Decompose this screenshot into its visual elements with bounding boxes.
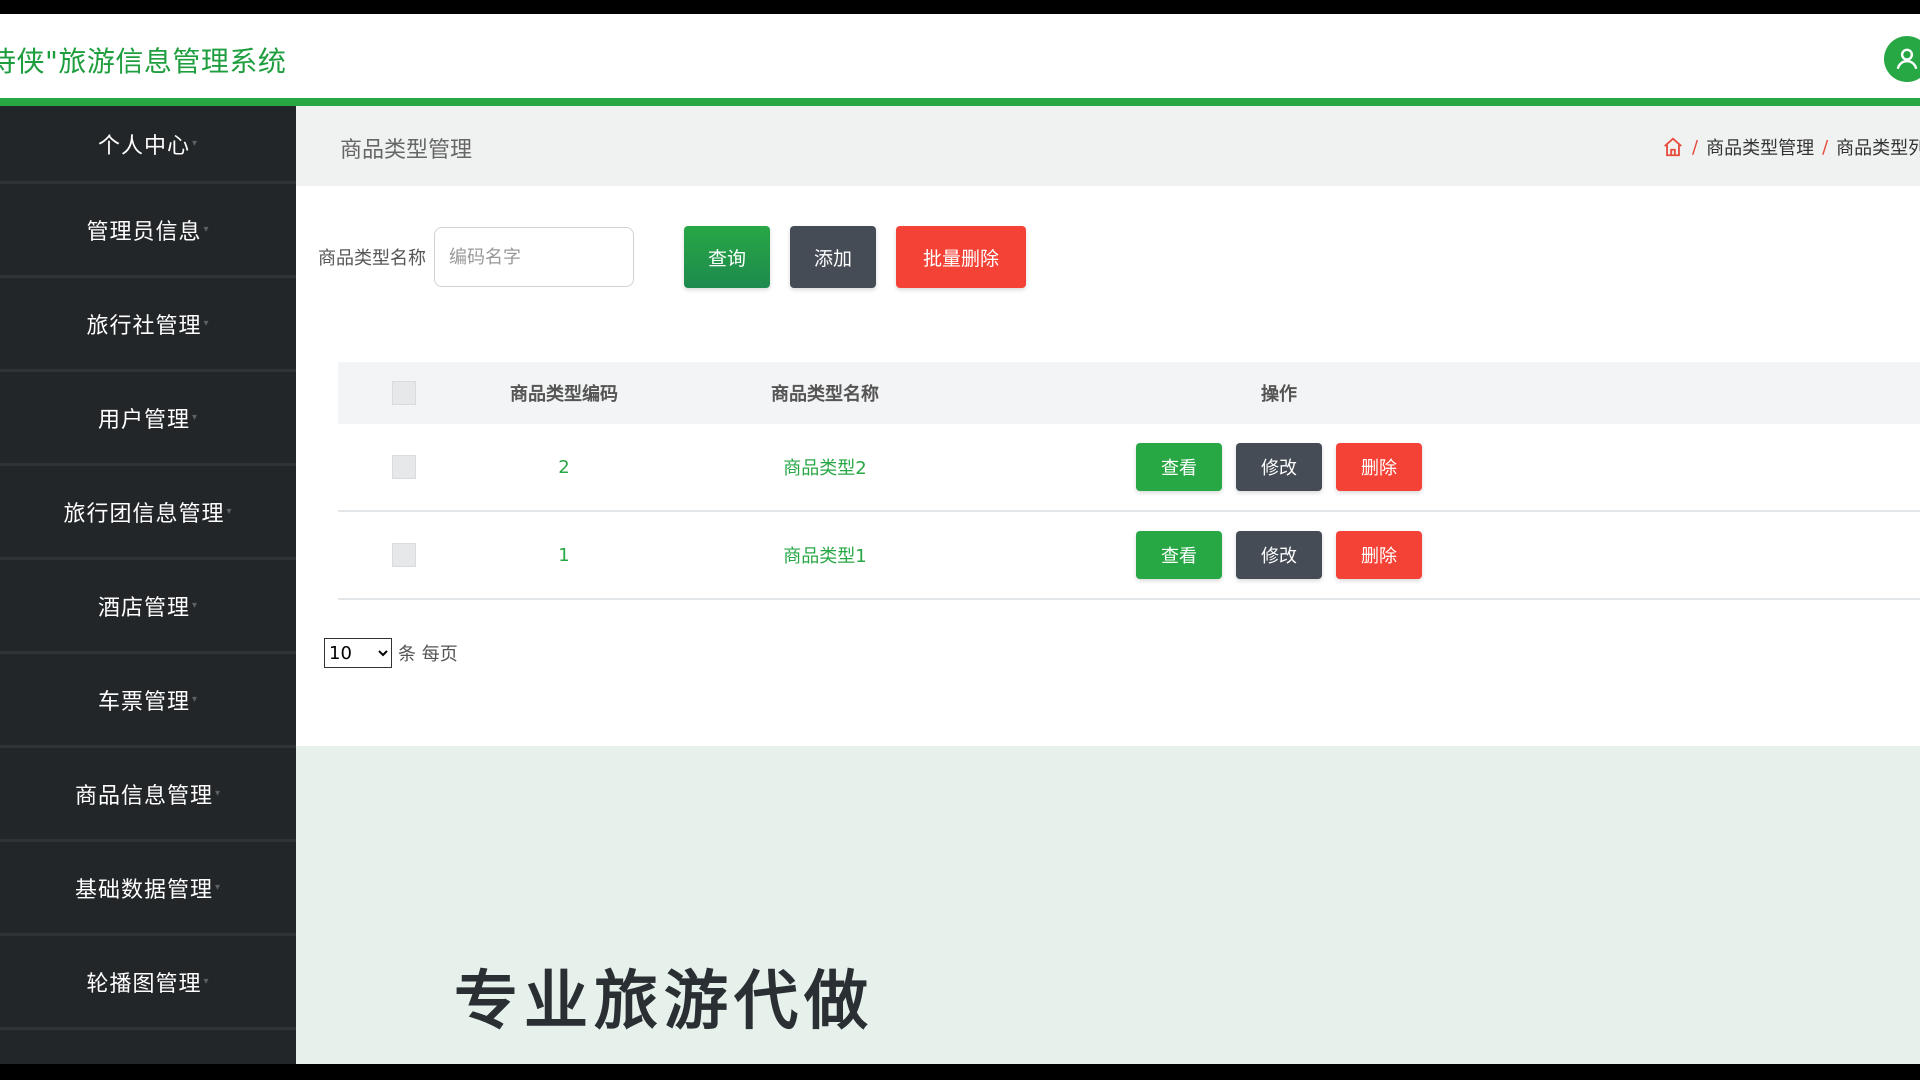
home-icon[interactable] <box>1662 136 1684 158</box>
table-row: 1 商品类型1 查看 修改 删除 <box>338 512 1920 600</box>
sidebar-item-products[interactable]: 商品信息管理 ▾ <box>0 748 296 842</box>
background-banner-text: 专业旅游代做 <box>454 965 874 1039</box>
row-checkbox[interactable] <box>392 455 416 479</box>
sidebar-item-tour-groups[interactable]: 旅行团信息管理 ▾ <box>0 466 296 560</box>
cell-name: 商品类型1 <box>783 546 867 567</box>
sidebar-item-label: 酒店管理 <box>97 595 190 621</box>
breadcrumb: / 商品类型管理 / 商品类型列表 <box>1662 134 1920 160</box>
user-avatar[interactable] <box>1884 36 1920 82</box>
breadcrumb-item[interactable]: 商品类型管理 <box>1706 134 1814 160</box>
column-header: 商品类型编码 <box>510 384 618 405</box>
sidebar-item-personal-center[interactable]: 个人中心 ▾ <box>0 106 296 184</box>
sidebar-item-label: 商品信息管理 <box>74 783 213 809</box>
breadcrumb-separator: / <box>1822 136 1829 158</box>
sidebar-item-base-data[interactable]: 基础数据管理 ▾ <box>0 842 296 936</box>
sidebar-item-travel-agency[interactable]: 旅行社管理 ▾ <box>0 278 296 372</box>
batch-delete-button[interactable]: 批量删除 <box>896 226 1026 288</box>
table-header: 商品类型编码 商品类型名称 操作 <box>338 362 1920 424</box>
page-size-suffix: 条 每页 <box>398 644 458 665</box>
sidebar-item-label: 用户管理 <box>97 407 190 433</box>
delete-button[interactable]: 删除 <box>1336 443 1422 491</box>
chevron-down-icon: ▾ <box>203 224 210 235</box>
cell-code: 1 <box>558 544 570 566</box>
add-button[interactable]: 添加 <box>790 226 876 288</box>
row-checkbox[interactable] <box>392 543 416 567</box>
select-all-checkbox[interactable] <box>392 381 416 405</box>
app-title: 侍侠"旅游信息管理系统 <box>0 45 287 78</box>
page-title: 商品类型管理 <box>340 138 473 163</box>
sidebar-item-users[interactable]: 用户管理 ▾ <box>0 372 296 466</box>
chevron-down-icon: ▾ <box>191 694 199 705</box>
column-header: 商品类型名称 <box>771 384 879 405</box>
breadcrumb-separator: / <box>1692 136 1699 158</box>
sidebar-item-label: 旅行社管理 <box>86 313 202 339</box>
edit-button[interactable]: 修改 <box>1236 531 1322 579</box>
user-icon <box>1896 48 1918 70</box>
chevron-down-icon: ▾ <box>203 976 210 987</box>
sidebar-item-label: 管理员信息 <box>86 219 202 245</box>
chevron-down-icon: ▾ <box>214 788 222 799</box>
query-button[interactable]: 查询 <box>684 226 770 288</box>
sidebar-item-label: 基础数据管理 <box>74 877 213 903</box>
search-input[interactable] <box>434 227 634 287</box>
breadcrumb-item: 商品类型列表 <box>1836 138 1920 159</box>
chevron-down-icon: ▾ <box>214 882 222 893</box>
search-label: 商品类型名称 <box>318 248 426 269</box>
app-screen: 侍侠"旅游信息管理系统 个人中心 ▾ 管理员信息 ▾ 旅行社管理 ▾ 用户管理 … <box>0 14 1920 1064</box>
sidebar-item-label: 轮播图管理 <box>86 971 202 997</box>
app-header: 侍侠"旅游信息管理系统 <box>0 14 1920 106</box>
data-table: 商品类型编码 商品类型名称 操作 2 商品类型2 查看 修改 删除 1 商品类型… <box>338 362 1920 600</box>
sidebar-item-tickets[interactable]: 车票管理 ▾ <box>0 654 296 748</box>
sidebar-item-label: 旅行团信息管理 <box>63 501 225 527</box>
sidebar-item-hotels[interactable]: 酒店管理 ▾ <box>0 560 296 654</box>
content-panel: 商品类型名称 查询 添加 批量删除 商品类型编码 商品类型名称 操作 2 商品类… <box>296 186 1920 746</box>
column-header: 操作 <box>1261 384 1297 405</box>
search-bar: 商品类型名称 查询 添加 批量删除 <box>318 226 1026 288</box>
page-size-select[interactable]: 10 <box>324 638 392 668</box>
sidebar-item-label: 车票管理 <box>97 689 190 715</box>
title-bar: 商品类型管理 / 商品类型管理 / 商品类型列表 <box>296 106 1920 187</box>
view-button[interactable]: 查看 <box>1136 531 1222 579</box>
sidebar-item-admin-info[interactable]: 管理员信息 ▾ <box>0 184 296 278</box>
sidebar-item-label: 个人中心 <box>97 133 190 159</box>
main-area: 商品类型管理 / 商品类型管理 / 商品类型列表 商品类型名称 <box>296 106 1920 1064</box>
sidebar-item-carousel[interactable]: 轮播图管理 ▾ <box>0 936 296 1030</box>
chevron-down-icon: ▾ <box>203 318 210 329</box>
chevron-down-icon: ▾ <box>191 138 199 149</box>
cell-code: 2 <box>558 456 570 478</box>
pagination: 10 条 每页 <box>324 638 458 668</box>
sidebar: 个人中心 ▾ 管理员信息 ▾ 旅行社管理 ▾ 用户管理 ▾ 旅行团信息管理 ▾ … <box>0 106 296 1064</box>
chevron-down-icon: ▾ <box>226 506 233 517</box>
view-button[interactable]: 查看 <box>1136 443 1222 491</box>
chevron-down-icon: ▾ <box>191 412 199 423</box>
cell-name: 商品类型2 <box>783 458 867 479</box>
table-row: 2 商品类型2 查看 修改 删除 <box>338 424 1920 512</box>
delete-button[interactable]: 删除 <box>1336 531 1422 579</box>
edit-button[interactable]: 修改 <box>1236 443 1322 491</box>
chevron-down-icon: ▾ <box>191 600 199 611</box>
